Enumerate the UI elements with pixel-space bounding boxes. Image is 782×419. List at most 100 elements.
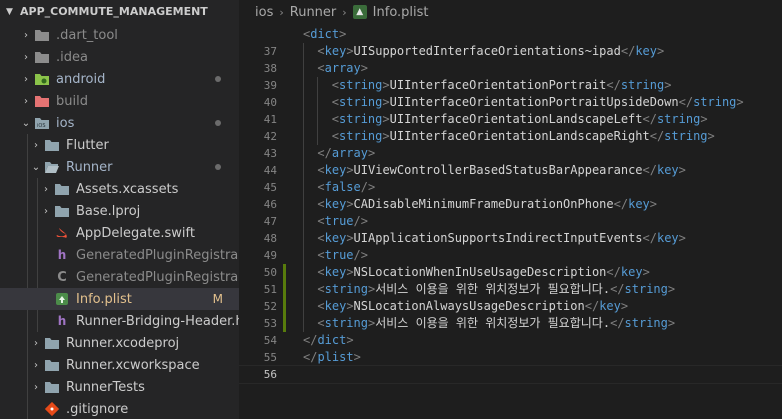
code-line[interactable]: 50 <key>NSLocationWhenInUseUsageDescripti… bbox=[239, 264, 782, 281]
line-number: 52 bbox=[263, 300, 277, 313]
header-file-icon: h bbox=[57, 314, 67, 328]
xml-tag-name: string bbox=[664, 129, 708, 143]
xml-bracket: < bbox=[317, 231, 325, 245]
xml-tag-name: true bbox=[324, 214, 354, 228]
chevron-down-icon: ⌄ bbox=[21, 117, 31, 129]
tree-item-info-plist[interactable]: Info.plist M bbox=[0, 288, 239, 310]
tree-item-idea[interactable]: › .idea bbox=[0, 46, 239, 68]
tree-item-android[interactable]: › android bbox=[0, 68, 239, 90]
xml-tag-name: plist bbox=[317, 350, 354, 364]
code-line[interactable]: 46 <key>CADisableMinimumFrameDurationOnPh… bbox=[239, 196, 782, 213]
tree-item-label: GeneratedPluginRegistrant.m bbox=[76, 269, 239, 285]
code-line[interactable]: 54 </dict> bbox=[239, 332, 782, 349]
xml-bracket: < bbox=[331, 95, 340, 109]
code-line[interactable]: 38 <array> bbox=[239, 60, 782, 77]
code-text: <string>서비스 이용을 위한 위치정보가 필요합니다.</string> bbox=[317, 315, 675, 332]
tree-item-runner[interactable]: ⌄ Runner bbox=[0, 156, 239, 178]
folder-icon bbox=[44, 379, 60, 395]
line-number: 43 bbox=[263, 147, 277, 160]
xml-tag-name: key bbox=[599, 299, 621, 313]
xml-bracket: < bbox=[317, 197, 325, 211]
xml-tag-name: string bbox=[624, 316, 668, 330]
tree-item-appdelegate[interactable]: AppDelegate.swift bbox=[0, 222, 239, 244]
tree-item-runnertests[interactable]: › RunnerTests bbox=[0, 376, 239, 398]
tree-item-label: ios bbox=[56, 115, 75, 131]
tree-item-build[interactable]: › build bbox=[0, 90, 239, 112]
code-line[interactable]: 55 </plist> bbox=[239, 349, 782, 366]
xml-bracket: </ bbox=[303, 333, 318, 347]
tree-item-registrant-h[interactable]: h GeneratedPluginRegistrant.h bbox=[0, 244, 239, 266]
tree-item-ios[interactable]: ⌄ iOS ios bbox=[0, 112, 239, 134]
code-text: <false/> bbox=[317, 179, 375, 196]
chevron-right-icon: › bbox=[24, 51, 28, 63]
code-editor[interactable]: ios › Runner › ▲ Info.plist <dict> 37 <key… bbox=[239, 0, 782, 419]
tree-item-registrant-m[interactable]: C GeneratedPluginRegistrant.m bbox=[0, 266, 239, 288]
code-line[interactable]: 49 <true/> bbox=[239, 247, 782, 264]
tree-item-base-lproj[interactable]: › Base.lproj bbox=[0, 200, 239, 222]
chevron-down-icon: ▼ bbox=[6, 7, 13, 17]
indent-guide bbox=[303, 77, 304, 94]
code-text: <key>NSLocationWhenInUseUsageDescription… bbox=[317, 264, 649, 281]
code-line[interactable]: 39 <string>UIInterfaceOrientationPortrait… bbox=[239, 77, 782, 94]
code-text: </plist> bbox=[303, 349, 361, 366]
folder-icon bbox=[54, 203, 70, 219]
breadcrumb-item-info-plist[interactable]: Info.plist bbox=[373, 5, 429, 20]
code-line[interactable]: 41 <string>UIInterfaceOrientationLandscap… bbox=[239, 111, 782, 128]
xml-tag-name: array bbox=[324, 61, 361, 75]
modified-dot bbox=[215, 120, 221, 126]
code-line[interactable]: 43 </array> bbox=[239, 145, 782, 162]
code-line[interactable]: 42 <string>UIInterfaceOrientationLandscap… bbox=[239, 128, 782, 145]
xml-bracket: > bbox=[382, 129, 390, 143]
xml-bracket: </ bbox=[642, 231, 657, 245]
xml-bracket: > bbox=[353, 350, 361, 364]
chevron-right-icon: › bbox=[24, 73, 28, 85]
plist-file-icon bbox=[54, 291, 70, 307]
code-line[interactable]: 51 <string>서비스 이용을 위한 위치정보가 필요합니다.</strin… bbox=[239, 281, 782, 298]
code-line[interactable]: 47 <true/> bbox=[239, 213, 782, 230]
xml-bracket: > bbox=[667, 316, 676, 330]
tree-item-gitignore[interactable]: .gitignore bbox=[0, 398, 239, 419]
line-number: 45 bbox=[263, 181, 277, 194]
xml-tag-name: key bbox=[324, 197, 347, 211]
code-line[interactable]: 52 <key>NSLocationAlwaysUsageDescription<… bbox=[239, 298, 782, 315]
chevron-right-icon: › bbox=[24, 95, 28, 107]
xml-text: 서비스 이용을 위한 위치정보가 필요합니다. bbox=[375, 316, 611, 330]
code-line[interactable]: 53 <string>서비스 이용을 위한 위치정보가 필요합니다.</strin… bbox=[239, 315, 782, 332]
tree-item-xcodeproj[interactable]: › Runner.xcodeproj bbox=[0, 332, 239, 354]
indent-guide bbox=[303, 230, 304, 247]
code-line[interactable]: <dict> bbox=[239, 26, 782, 43]
tree-item-assets[interactable]: › Assets.xcassets bbox=[0, 178, 239, 200]
tree-item-dart-tool[interactable]: › .dart_tool bbox=[0, 24, 239, 46]
code-area[interactable]: <dict> 37 <key>UISupportedInterfaceOrienta… bbox=[239, 26, 782, 384]
tree-item-xcworkspace[interactable]: › Runner.xcworkspace bbox=[0, 354, 239, 376]
git-added-marker bbox=[283, 281, 286, 298]
indent-guide bbox=[303, 128, 304, 145]
breadcrumb-item-ios[interactable]: ios bbox=[255, 5, 273, 20]
code-line[interactable]: 56 bbox=[239, 365, 782, 384]
xml-bracket: < bbox=[317, 44, 325, 58]
xml-bracket: > bbox=[700, 112, 708, 126]
explorer-header[interactable]: ▼ APP_COMMUTE_MANAGEMENT bbox=[0, 0, 239, 24]
header-file-icon: h bbox=[57, 248, 67, 262]
xml-bracket: </ bbox=[678, 95, 694, 109]
code-line[interactable]: 45 <false/> bbox=[239, 179, 782, 196]
breadcrumb-item-runner[interactable]: Runner bbox=[290, 5, 337, 20]
xml-tag-name: string bbox=[339, 78, 383, 92]
tree-item-bridging-header[interactable]: h Runner-Bridging-Header.h bbox=[0, 310, 239, 332]
indent-guide bbox=[303, 60, 304, 77]
xml-bracket: > bbox=[346, 163, 354, 177]
chevron-right-icon: › bbox=[44, 183, 48, 195]
tree-item-flutter[interactable]: › Flutter bbox=[0, 134, 239, 156]
code-line[interactable]: 48 <key>UIApplicationSupportsIndirectInpu… bbox=[239, 230, 782, 247]
code-line[interactable]: 40 <string>UIInterfaceOrientationPortrait… bbox=[239, 94, 782, 111]
xml-bracket: > bbox=[678, 231, 686, 245]
indent-guide bbox=[303, 111, 304, 128]
code-text: </array> bbox=[317, 145, 375, 162]
xml-tag-name: key bbox=[620, 265, 643, 279]
git-added-marker bbox=[283, 298, 286, 315]
modified-dot bbox=[215, 76, 221, 82]
code-line[interactable]: 44 <key>UIViewControllerBasedStatusBarApp… bbox=[239, 162, 782, 179]
code-line[interactable]: 37 <key>UISupportedInterfaceOrientations~… bbox=[239, 43, 782, 60]
indent-guide bbox=[303, 315, 304, 332]
xml-text: UIInterfaceOrientationLandscapeLeft bbox=[389, 112, 643, 126]
